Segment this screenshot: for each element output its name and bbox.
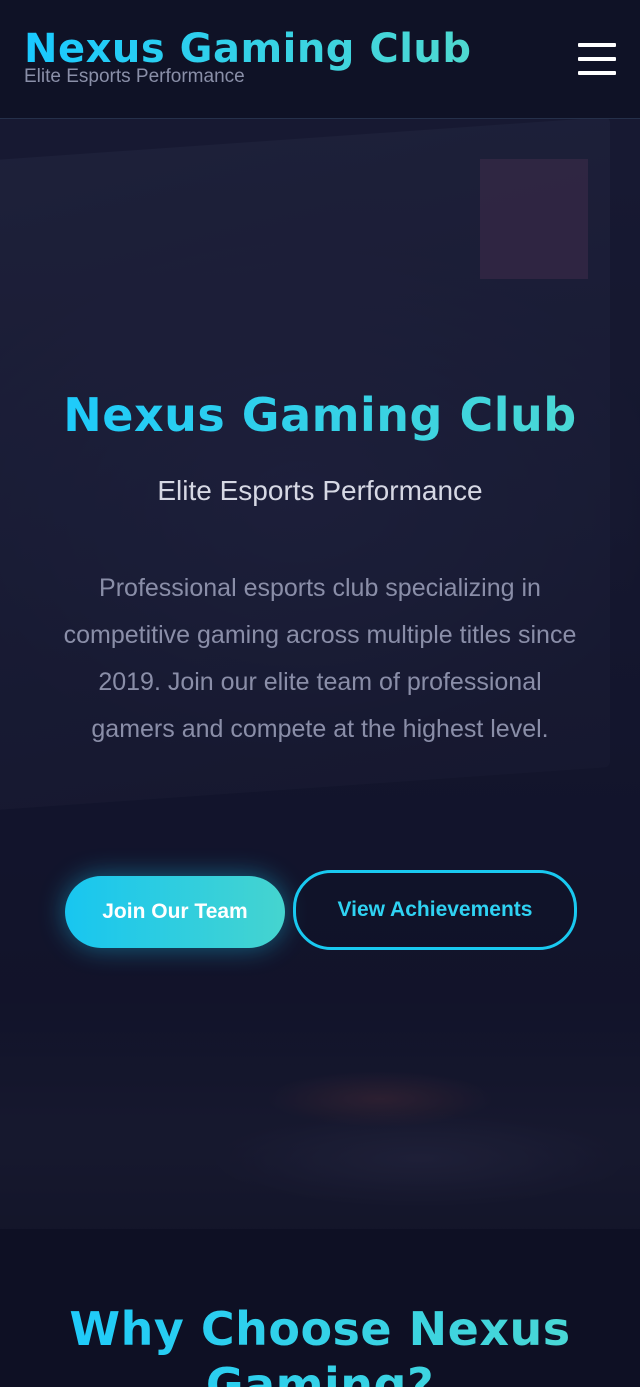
section-title: Why Choose Nexus Gaming? — [0, 1301, 640, 1387]
hero-section: Nexus Gaming Club Elite Esports Performa… — [0, 119, 640, 1229]
site-header: Nexus Gaming Club Elite Esports Performa… — [0, 0, 640, 119]
hero-title: Nexus Gaming Club — [0, 385, 640, 445]
view-achievements-button[interactable]: View Achievements — [293, 870, 577, 950]
menu-bar-middle — [578, 57, 616, 61]
why-choose-section: Why Choose Nexus Gaming? — [0, 1229, 640, 1387]
join-our-team-button[interactable]: Join Our Team — [65, 876, 285, 948]
brand-tagline: Elite Esports Performance — [24, 66, 245, 87]
page: Nexus Gaming Club Elite Esports Performa… — [0, 0, 640, 1387]
hero-subtitle: Elite Esports Performance — [157, 475, 483, 506]
menu-bar-top — [578, 43, 616, 47]
menu-bar-bottom — [578, 71, 616, 75]
hamburger-menu-icon[interactable] — [572, 38, 622, 80]
hero-description: Professional esports club specializing i… — [63, 574, 577, 743]
